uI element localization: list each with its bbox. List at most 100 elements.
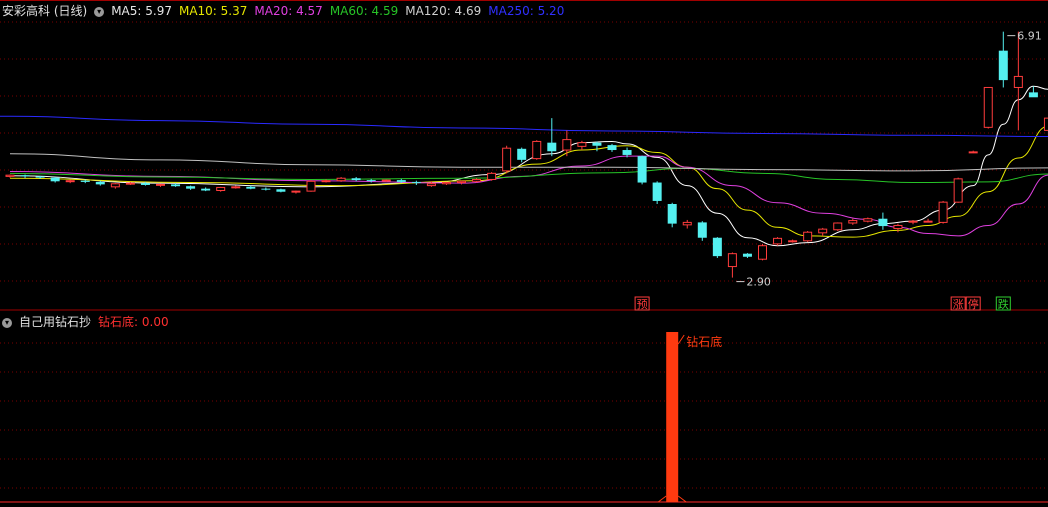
candle [953, 177, 963, 203]
candle-body [592, 142, 602, 146]
main-chart-header: 安彩高科 (日线) ▾ MA5: 5.97 MA10: 5.37 MA20: 4.57 M… [2, 3, 578, 19]
marker-label: 预 [637, 298, 648, 311]
candle [758, 243, 767, 261]
candle [110, 183, 120, 189]
ma-indicator-label: MA120: 4.69 [405, 4, 482, 18]
diamond-bottom-annotation: 钻石底 [686, 334, 722, 349]
candle [216, 186, 226, 192]
candle-body [95, 181, 105, 185]
candle [968, 150, 978, 154]
candle [261, 187, 271, 191]
candle-body [1028, 92, 1038, 98]
candle [381, 179, 391, 182]
candle-body [306, 180, 316, 192]
candle [682, 219, 692, 229]
candle-body [321, 180, 331, 183]
diamond-bottom-bar [666, 332, 679, 502]
candle-body [246, 186, 256, 189]
candle-body [667, 204, 677, 224]
candle [742, 253, 752, 258]
candle-body [893, 224, 903, 230]
candle-body [1043, 117, 1048, 131]
annotation-label: 6.91 [1017, 30, 1042, 43]
signal-marker: 涨 [950, 296, 966, 311]
candle [667, 202, 677, 228]
candle-body [908, 220, 918, 223]
candle-body [968, 151, 978, 154]
candle [201, 187, 211, 192]
chevron-down-icon[interactable]: ▾ [2, 317, 12, 328]
candle [336, 177, 346, 182]
candle-body [682, 221, 692, 226]
candle [441, 181, 451, 185]
candle-body [125, 182, 135, 185]
candle-body [80, 180, 90, 182]
stock-chart[interactable]: 6.91 2.90 预 涨停 跌钻石底 [0, 0, 1048, 507]
signal-marker: 跌 [995, 296, 1011, 311]
candle-body [351, 178, 361, 181]
candle-body [291, 190, 301, 193]
candle [411, 180, 421, 185]
candle [998, 31, 1008, 88]
candle [276, 188, 286, 193]
candle-body [788, 240, 798, 243]
candle [65, 179, 75, 184]
ma-line-ma5 [9, 85, 1048, 247]
candle-body [426, 183, 436, 187]
candle-body [216, 186, 226, 192]
candle-body [411, 181, 421, 183]
candle-body [201, 188, 211, 191]
candle-body [110, 183, 120, 188]
candle [788, 239, 798, 243]
candle-body [577, 142, 587, 147]
candle [5, 174, 15, 178]
candle [637, 155, 647, 185]
candle-body [5, 174, 15, 177]
candle [547, 118, 557, 157]
candle-body [562, 139, 572, 151]
candle-body [35, 176, 45, 178]
candle-body [833, 222, 843, 231]
candle [607, 143, 617, 152]
candle-body [622, 150, 632, 155]
candle [697, 221, 707, 241]
candle-body [140, 183, 150, 185]
candle [306, 180, 316, 192]
candle-body [773, 237, 783, 245]
signal-marker: 预 [634, 296, 650, 311]
candle [727, 252, 737, 278]
candle-body [938, 201, 948, 223]
diamond-bottom-value: 钻石底: 0.00 [98, 315, 169, 329]
candle [983, 86, 993, 129]
candle-body [637, 156, 647, 183]
candle [532, 140, 542, 160]
candle-body [532, 140, 542, 160]
candle-body [803, 231, 813, 242]
candle [923, 218, 933, 223]
candle-body [607, 145, 617, 151]
candle [712, 237, 722, 258]
candle-body [742, 253, 752, 257]
candle-body [652, 182, 662, 201]
candle-body [336, 177, 346, 182]
candle-body [697, 222, 707, 238]
stock-title: 安彩高科 (日线) [2, 4, 88, 18]
candle-body [547, 142, 557, 152]
candle [20, 174, 30, 179]
candle [1013, 31, 1023, 131]
candle [577, 140, 587, 151]
candle-body [848, 220, 858, 224]
candle [878, 212, 888, 230]
ma-indicator-label: MA5: 5.97 [111, 4, 172, 18]
candle-body [863, 218, 873, 222]
candle-body [472, 178, 482, 182]
candle-body [457, 180, 466, 184]
candle-body [953, 178, 963, 203]
candle [50, 177, 60, 183]
chevron-down-icon[interactable]: ▾ [94, 6, 105, 17]
candle-body [998, 50, 1008, 81]
candle [818, 227, 828, 236]
candle [833, 222, 843, 231]
candle-body [50, 177, 60, 182]
price-annotation: 6.91 [1007, 30, 1042, 43]
